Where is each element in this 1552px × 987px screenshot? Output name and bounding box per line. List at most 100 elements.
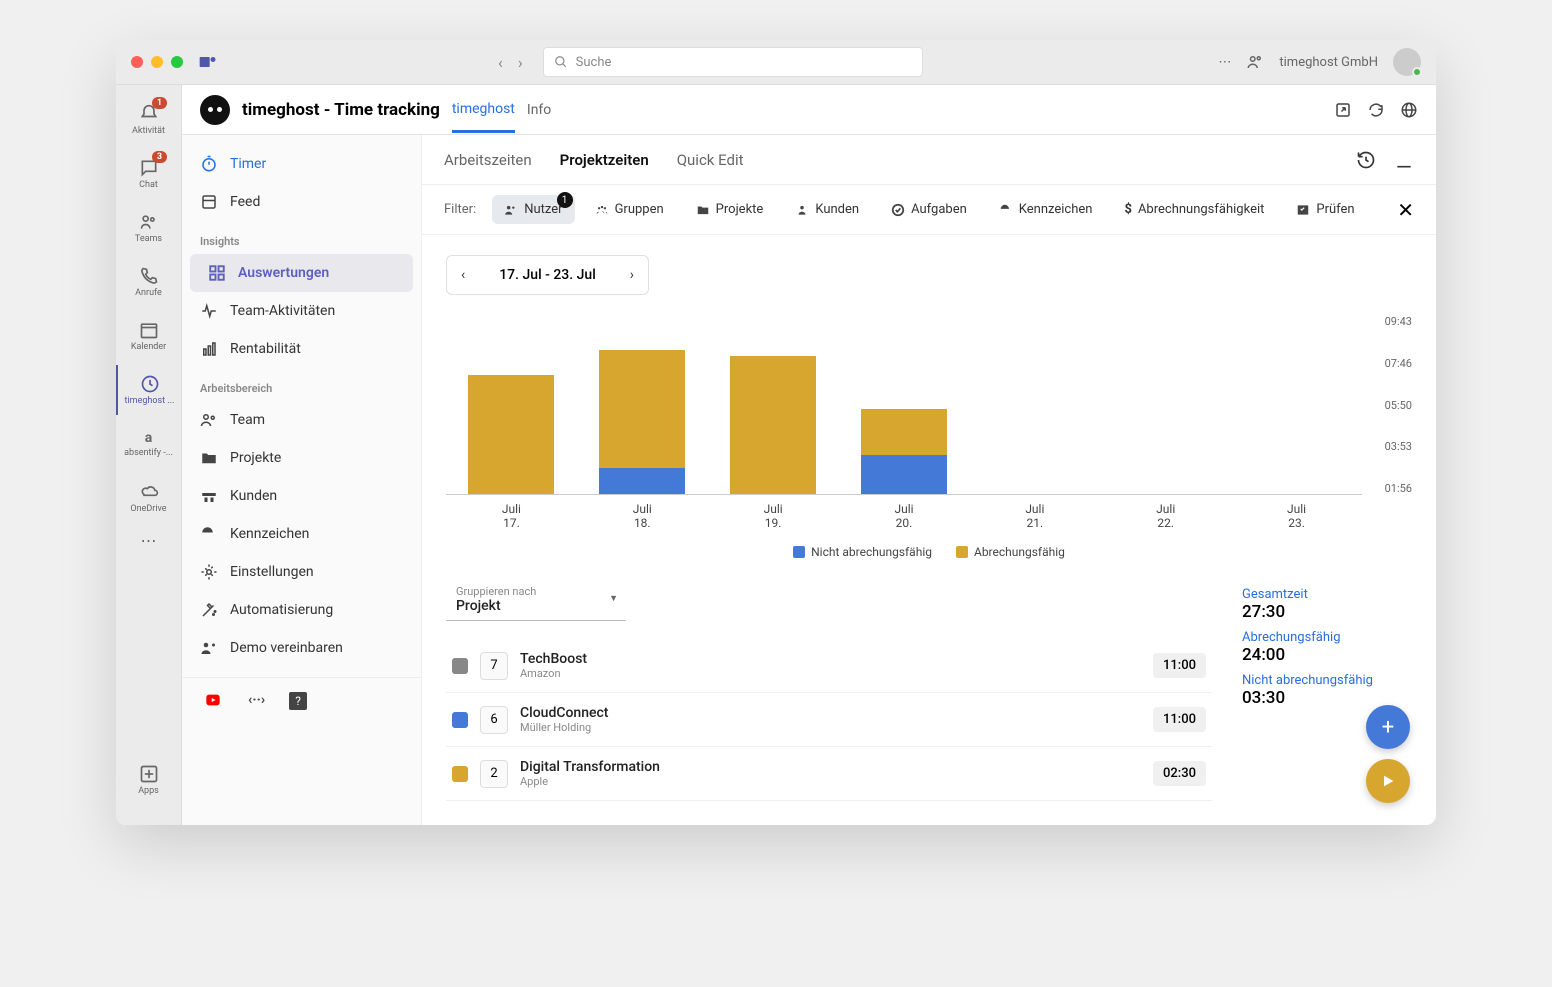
filter-label: Filter: xyxy=(444,202,476,217)
row-name: Digital Transformation xyxy=(520,759,1141,775)
filter-kennzeichen[interactable]: Kennzeichen xyxy=(987,195,1105,224)
app-tab-timeghost[interactable]: timeghost xyxy=(452,101,515,133)
row-client: Amazon xyxy=(520,667,1141,680)
filter-pruefen[interactable]: Prüfen xyxy=(1284,195,1366,224)
org-name: timeghost GmbH xyxy=(1279,55,1378,70)
more-icon[interactable]: ⋯ xyxy=(1218,55,1231,70)
rail-more[interactable]: ⋯ xyxy=(141,531,157,550)
timeghost-logo xyxy=(200,95,230,125)
date-range-label: 17. Jul - 23. Jul xyxy=(479,267,616,283)
people-icon[interactable] xyxy=(1246,53,1264,71)
filter-kunden[interactable]: Kunden xyxy=(783,195,871,224)
row-swatch xyxy=(452,712,468,728)
filter-close-icon[interactable]: ✕ xyxy=(1397,198,1414,222)
sidebar-item-projekte[interactable]: Projekte xyxy=(182,439,421,477)
row-count: 6 xyxy=(480,706,508,734)
chart-legend: Nicht abrechungsfähigAbrechungsfähig xyxy=(446,545,1412,559)
help-icon[interactable]: ? xyxy=(289,692,307,710)
chart-column: Juli21. xyxy=(969,315,1100,494)
chart-column: Juli23. xyxy=(1231,315,1362,494)
sidebar-item-feed[interactable]: Feed xyxy=(182,183,421,221)
row-client: Apple xyxy=(520,775,1141,788)
sidebar-item-rent[interactable]: Rentabilität xyxy=(182,330,421,368)
filter-abrech[interactable]: $Abrechnungsfähigkeit xyxy=(1112,195,1276,224)
app-tab-info[interactable]: Info xyxy=(527,102,551,118)
app-sidebar: Timer Feed Insights Auswertungen Team-Ak… xyxy=(182,135,422,825)
project-row[interactable]: 2 Digital TransformationApple 02:30 xyxy=(446,747,1212,801)
rail-chat[interactable]: Chat3 xyxy=(116,149,181,199)
external-icon[interactable] xyxy=(1334,101,1352,119)
row-name: CloudConnect xyxy=(520,705,1141,721)
tab-projektzeiten[interactable]: Projektzeiten xyxy=(560,151,649,169)
youtube-icon[interactable] xyxy=(202,692,224,708)
summary-gesamt-value: 27:30 xyxy=(1242,602,1412,622)
fab-add-button[interactable]: + xyxy=(1366,705,1410,749)
sidebar-section-insights: Insights xyxy=(182,221,421,254)
window-titlebar: ‹ › Suche ⋯ timeghost GmbH xyxy=(116,40,1436,85)
traffic-lights[interactable] xyxy=(131,56,183,68)
search-placeholder: Suche xyxy=(576,55,612,70)
chart-column: Juli19. xyxy=(708,315,839,494)
globe-icon[interactable] xyxy=(1400,101,1418,119)
date-range-nav: ‹ 17. Jul - 23. Jul › xyxy=(446,255,649,295)
app-title: timeghost - Time tracking xyxy=(242,100,440,120)
refresh-icon[interactable] xyxy=(1367,101,1385,119)
rail-absentify[interactable]: aabsentify -... xyxy=(116,419,181,469)
download-icon[interactable] xyxy=(1394,150,1414,170)
filter-bar: Filter: Nutzer1 Gruppen Projekte Kunden … xyxy=(422,185,1436,235)
row-count: 2 xyxy=(480,760,508,788)
summary-bill-value: 24:00 xyxy=(1242,645,1412,665)
group-by-dropdown[interactable]: Gruppieren nach Projekt xyxy=(446,579,626,621)
row-time: 11:00 xyxy=(1153,707,1206,732)
search-input[interactable]: Suche xyxy=(543,47,923,77)
summary-nonbill-label: Nicht abrechungsfähig xyxy=(1242,673,1412,688)
row-swatch xyxy=(452,766,468,782)
date-prev-button[interactable]: ‹ xyxy=(447,267,479,283)
chart-column: Juli18. xyxy=(577,315,708,494)
app-header: timeghost - Time tracking timeghost Info xyxy=(182,85,1436,135)
rail-teams[interactable]: Teams xyxy=(116,203,181,253)
fab-play-button[interactable] xyxy=(1366,759,1410,803)
history-icon[interactable] xyxy=(1356,150,1376,170)
sidebar-item-settings[interactable]: Einstellungen xyxy=(182,553,421,591)
tab-quickedit[interactable]: Quick Edit xyxy=(677,151,744,169)
rail-timeghost[interactable]: timeghost ... xyxy=(116,365,181,415)
sidebar-item-demo[interactable]: Demo vereinbaren xyxy=(182,629,421,667)
rail-calls[interactable]: Anrufe xyxy=(116,257,181,307)
filter-projekte[interactable]: Projekte xyxy=(684,195,776,224)
project-row[interactable]: 6 CloudConnectMüller Holding 11:00 xyxy=(446,693,1212,747)
user-avatar[interactable] xyxy=(1393,48,1421,76)
filter-nutzer[interactable]: Nutzer1 xyxy=(492,195,574,224)
sidebar-item-team[interactable]: Team xyxy=(182,401,421,439)
nav-back-button[interactable]: ‹ xyxy=(498,53,503,72)
rail-apps[interactable]: Apps xyxy=(116,755,181,805)
teams-icon xyxy=(198,52,218,72)
rail-activity[interactable]: Aktivität1 xyxy=(116,95,181,145)
chart-column: Juli20. xyxy=(839,315,970,494)
sidebar-item-team-act[interactable]: Team-Aktivitäten xyxy=(182,292,421,330)
rail-onedrive[interactable]: OneDrive xyxy=(116,473,181,523)
sidebar-item-kunden[interactable]: Kunden xyxy=(182,477,421,515)
chart-column: Juli17. xyxy=(446,315,577,494)
row-time: 11:00 xyxy=(1153,653,1206,678)
sidebar-item-auswertungen[interactable]: Auswertungen xyxy=(190,254,413,292)
chart-column: Juli22. xyxy=(1100,315,1231,494)
main-content: Arbeitszeiten Projektzeiten Quick Edit F… xyxy=(422,135,1436,825)
filter-aufgaben[interactable]: Aufgaben xyxy=(879,195,979,224)
nav-forward-button[interactable]: › xyxy=(518,53,523,72)
row-name: TechBoost xyxy=(520,651,1141,667)
date-next-button[interactable]: › xyxy=(616,267,648,283)
filter-gruppen[interactable]: Gruppen xyxy=(583,195,676,224)
teams-rail: Aktivität1 Chat3 Teams Anrufe Kalender t… xyxy=(116,85,182,825)
sidebar-item-automat[interactable]: Automatisierung xyxy=(182,591,421,629)
row-client: Müller Holding xyxy=(520,721,1141,734)
sidebar-item-kennzeichen[interactable]: Kennzeichen xyxy=(182,515,421,553)
summary-bill-label: Abrechungsfähig xyxy=(1242,630,1412,645)
time-chart: Juli17.Juli18.Juli19.Juli20.Juli21.Juli2… xyxy=(446,315,1412,495)
project-row[interactable]: 7 TechBoostAmazon 11:00 xyxy=(446,639,1212,693)
summary-gesamt-label: Gesamtzeit xyxy=(1242,587,1412,602)
tab-arbeitszeiten[interactable]: Arbeitszeiten xyxy=(444,151,532,169)
sidebar-item-timer[interactable]: Timer xyxy=(182,145,421,183)
code-icon[interactable]: ‹··› xyxy=(248,692,265,710)
rail-calendar[interactable]: Kalender xyxy=(116,311,181,361)
